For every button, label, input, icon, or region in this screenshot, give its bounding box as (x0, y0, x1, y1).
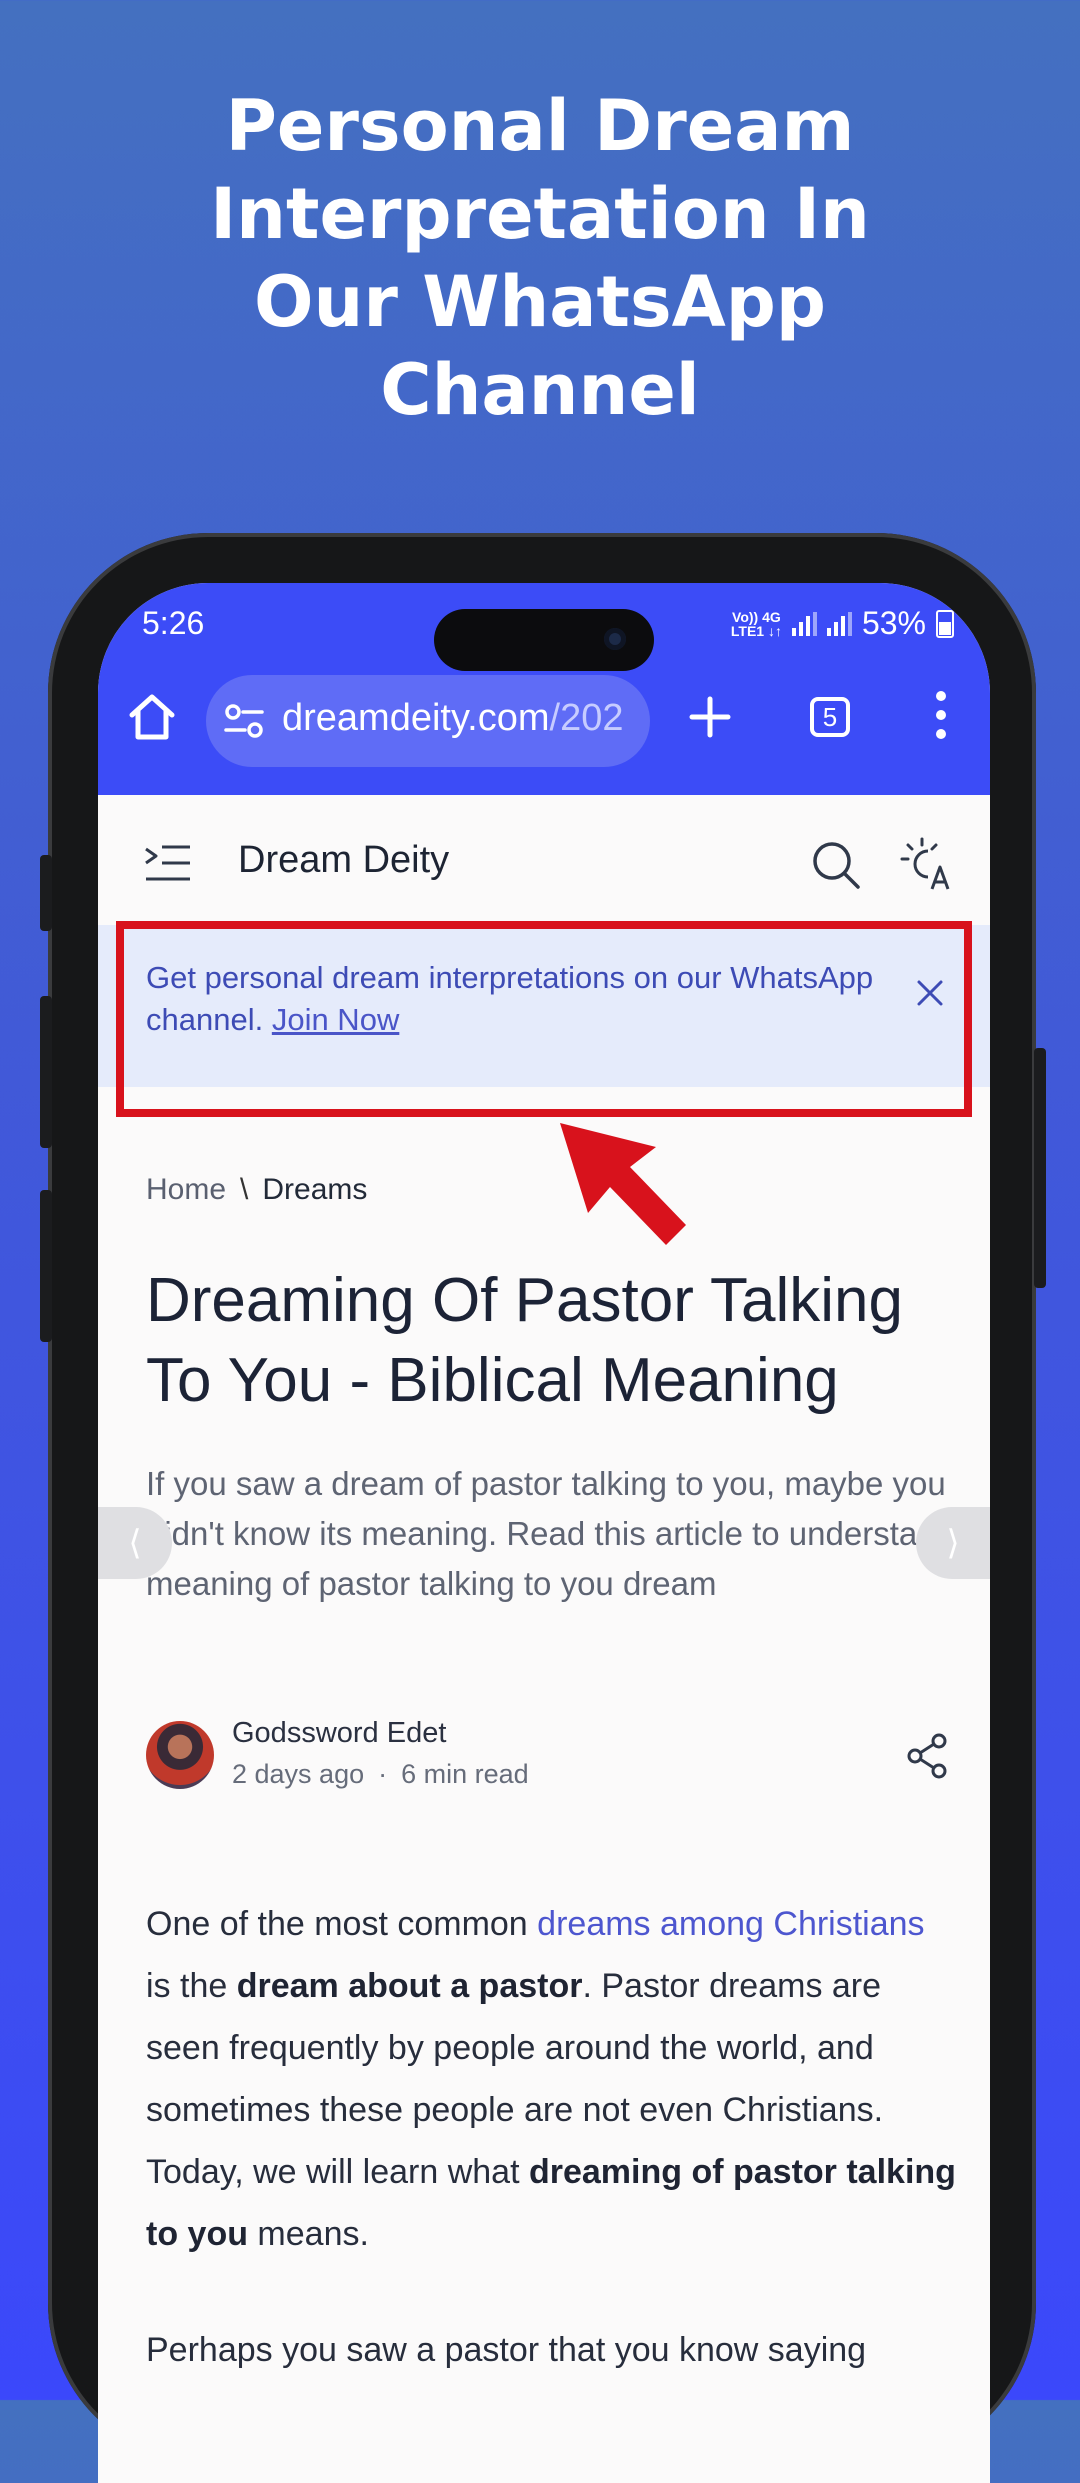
site-header: Dream Deity (98, 795, 990, 935)
promo-headline-line: Personal Dream (225, 85, 855, 167)
dreams-among-christians-link[interactable]: dreams among Christians (537, 1905, 924, 1943)
battery-icon (936, 609, 954, 638)
more-menu-icon[interactable] (936, 691, 948, 743)
pointer-arrow-icon (560, 1123, 686, 1245)
menu-icon[interactable] (144, 843, 192, 883)
promo-headline: Personal Dream Interpretation In Our Wha… (0, 82, 1080, 434)
status-indicators: Vo)) 4G LTE1 ↓↑ 53% (731, 605, 954, 642)
search-icon[interactable] (810, 839, 862, 891)
share-icon[interactable] (906, 1733, 948, 1779)
url-path: /202 (549, 697, 624, 739)
theme-toggle-icon[interactable] (898, 837, 954, 893)
url-host: dreamdeity.com (282, 697, 550, 739)
read-time: 6 min read (401, 1759, 529, 1789)
article-meta: 2 days ago · 6 min read (232, 1759, 529, 1790)
new-tab-icon[interactable] (688, 695, 732, 739)
address-bar[interactable]: dreamdeity.com/202 (206, 675, 650, 767)
breadcrumb-current[interactable]: Dreams (262, 1173, 367, 1206)
article-excerpt: If you saw a dream of pastor talking to … (146, 1465, 954, 1602)
signal-icon (791, 611, 817, 636)
article-title: Dreaming Of Pastor Talking To You - Bibl… (146, 1266, 903, 1415)
promo-headline-line: Our WhatsApp (253, 261, 827, 343)
phone-screen: 5:26 Vo)) 4G LTE1 ↓↑ 53% dreamdeity.com/… (98, 583, 990, 2483)
posted-date: 2 days ago (232, 1759, 365, 1789)
side-key-button (40, 1190, 52, 1342)
author-avatar[interactable] (146, 1721, 214, 1789)
meta-separator: · (378, 1759, 388, 1789)
next-article-button[interactable]: ⟩ (916, 1507, 990, 1579)
signal-icon-sim2 (826, 611, 852, 636)
paragraph-text: is the (146, 1967, 237, 2005)
breadcrumb-home[interactable]: Home (146, 1173, 226, 1206)
breadcrumb: Home \ Dreams (146, 1173, 367, 1207)
article-paragraph: One of the most common dreams among Chri… (146, 1893, 958, 2265)
camera-notch (434, 609, 654, 671)
volume-down-button (40, 996, 52, 1148)
paragraph-text: means. (247, 2215, 369, 2253)
home-icon[interactable] (124, 689, 180, 745)
browser-toolbar: 5:26 Vo)) 4G LTE1 ↓↑ 53% dreamdeity.com/… (98, 583, 990, 795)
breadcrumb-separator: \ (240, 1173, 249, 1206)
promo-headline-line: Channel (380, 349, 700, 431)
power-button (1034, 1048, 1046, 1288)
promo-headline-line: Interpretation In (210, 173, 870, 255)
battery-percent: 53% (861, 605, 926, 641)
volume-up-button (40, 855, 52, 931)
url-text[interactable]: dreamdeity.com/202 (282, 697, 642, 740)
paragraph-bold-text: dream about a pastor (236, 1967, 583, 2005)
status-time: 5:26 (142, 605, 205, 641)
tab-switcher-button[interactable]: 5 (810, 697, 850, 737)
highlight-box (116, 921, 972, 1117)
network-type-top: Vo)) 4G (732, 608, 781, 625)
author-name[interactable]: Godssword Edet (232, 1717, 446, 1750)
article-paragraph-2: Perhaps you saw a pastor that you know s… (146, 2331, 867, 2369)
paragraph-text: One of the most common (146, 1905, 538, 1943)
site-settings-icon[interactable] (224, 703, 264, 739)
front-camera-icon (604, 628, 626, 650)
previous-article-button[interactable]: ⟨ (98, 1507, 172, 1579)
network-type-icon: Vo)) 4G LTE1 ↓↑ (731, 610, 782, 638)
site-brand[interactable]: Dream Deity (238, 839, 449, 882)
network-type-bottom: LTE1 ↓↑ (730, 622, 782, 639)
